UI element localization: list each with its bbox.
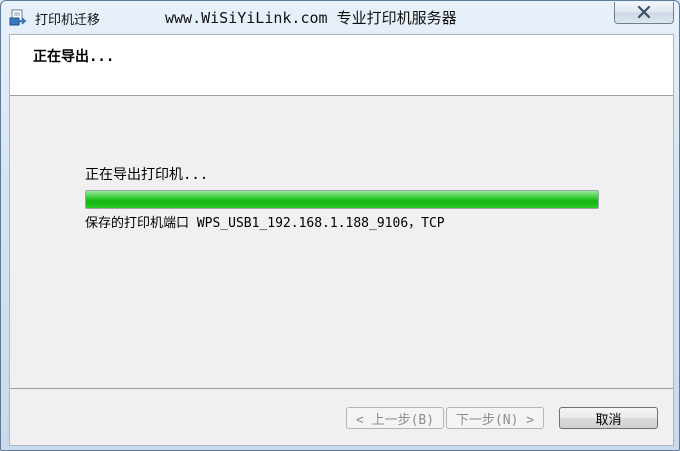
next-button[interactable]: 下一步(N) > xyxy=(446,407,544,429)
page-title: 正在导出... xyxy=(33,49,115,65)
close-button[interactable] xyxy=(614,2,674,24)
export-progress-bar xyxy=(85,190,599,209)
window-title: 打印机迁移 xyxy=(35,13,101,28)
back-button[interactable]: < 上一步(B) xyxy=(346,407,444,429)
port-status-label: 保存的打印机端口 WPS_USB1_192.168.1.188_9106，TCP xyxy=(85,216,445,231)
cancel-button[interactable]: 取消 xyxy=(559,407,658,429)
printer-app-icon xyxy=(9,9,27,27)
window-frame: 打印机迁移 www.WiSiYiLink.com 专业打印机服务器 正在导出..… xyxy=(0,0,680,451)
wizard-header: 正在导出... xyxy=(10,35,673,96)
status-label: 正在导出打印机... xyxy=(85,167,209,183)
title-banner: www.WiSiYiLink.com 专业打印机服务器 xyxy=(165,9,457,27)
wizard-client-area: 正在导出... 正在导出打印机... 保存的打印机端口 WPS_USB1_192… xyxy=(9,34,674,446)
close-icon xyxy=(637,3,651,22)
progress-fill xyxy=(86,191,598,208)
footer-divider xyxy=(10,388,673,389)
